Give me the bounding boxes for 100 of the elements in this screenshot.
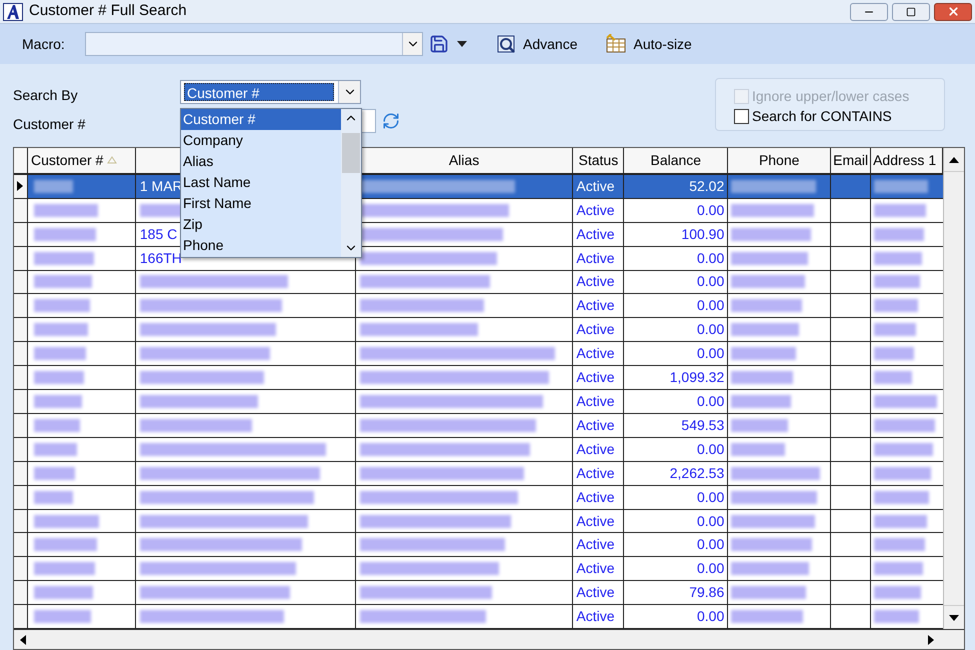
row-header[interactable] (14, 414, 28, 437)
row-header[interactable] (14, 510, 28, 532)
horizontal-scrollbar[interactable] (14, 629, 964, 649)
table-row[interactable]: Active 2,262.53 (14, 462, 943, 486)
row-header[interactable] (14, 174, 28, 198)
row-header[interactable] (14, 198, 28, 222)
row-header[interactable] (14, 246, 28, 270)
blurred-text (34, 252, 94, 265)
table-cell-text: Active (576, 368, 615, 388)
toolbar-button[interactable]: Advance (495, 30, 580, 58)
macro-field[interactable] (85, 32, 423, 56)
table-row[interactable]: Active 79.86 (14, 581, 943, 606)
close-button[interactable] (934, 2, 972, 20)
window-title: Customer # Full Search (29, 1, 187, 22)
blurred-text (34, 228, 96, 241)
maximize-button[interactable] (892, 2, 930, 20)
blurred-text (34, 562, 95, 576)
row-header[interactable] (14, 462, 28, 485)
row-header[interactable] (14, 318, 28, 342)
sort-arrow-icon (107, 156, 118, 164)
table-cell-text: 0.00 (697, 535, 724, 554)
magnifier-icon (497, 34, 517, 54)
scroll-down-arrow-icon[interactable] (949, 614, 959, 620)
row-header[interactable] (14, 557, 28, 580)
row-header[interactable] (14, 581, 28, 604)
dropdown-item[interactable]: Last Name (181, 172, 341, 193)
table-row[interactable]: Active 0.00 (14, 438, 943, 462)
blurred-text (874, 275, 920, 288)
row-header[interactable] (14, 605, 28, 628)
table-row[interactable]: Active 0.00 (14, 486, 943, 510)
scroll-left-arrow-icon[interactable] (20, 634, 26, 644)
table-cell-text: 0.00 (697, 512, 724, 531)
row-header[interactable] (14, 366, 28, 390)
scroll-thumb[interactable] (342, 133, 360, 173)
blurred-text (874, 299, 918, 312)
checkbox[interactable] (734, 108, 749, 124)
row-header[interactable] (14, 486, 28, 509)
column-header[interactable]: Address 1 (871, 148, 943, 173)
table-cell-text: 1,099.32 (670, 368, 724, 388)
table-cell-text: 100.90 (681, 224, 724, 244)
table-row[interactable]: Active 0.00 (14, 557, 943, 582)
table-cell-text: 0.00 (697, 296, 724, 316)
caret-icon[interactable] (457, 41, 467, 47)
scroll-up-arrow-icon[interactable] (949, 156, 959, 162)
table-cell-text: Active (576, 392, 615, 411)
blurred-text (34, 490, 73, 504)
table-cell-text: Active (576, 320, 615, 340)
row-header[interactable] (14, 222, 28, 246)
table-row[interactable]: Active 0.00 (14, 318, 943, 342)
table-cell-text: 0.00 (697, 200, 724, 220)
table-cell-text: 166TH (140, 248, 182, 268)
scroll-right-arrow-icon[interactable] (928, 634, 934, 644)
dropdown-item[interactable]: Alias (181, 151, 341, 172)
table-row[interactable]: Active 0.00 (14, 533, 943, 558)
table-row[interactable]: Active 549.53 (14, 414, 943, 438)
table-row[interactable]: Active 0.00 (14, 294, 943, 318)
search-by-dropdown[interactable]: Customer # (180, 80, 361, 104)
toolbar-button[interactable]: Auto-size (603, 30, 694, 58)
blurred-text (874, 252, 922, 265)
list-scrollbar[interactable] (341, 109, 361, 257)
table-row[interactable]: Active 1,099.32 (14, 366, 943, 390)
table-cell-text: Active (576, 272, 615, 292)
blurred-text (34, 299, 90, 312)
table-cell-text: Active (576, 344, 615, 364)
blurred-text (874, 514, 928, 528)
vertical-scrollbar[interactable] (943, 148, 964, 629)
blurred-text (874, 418, 936, 432)
blurred-text (731, 418, 788, 432)
table-cell-text: Active (576, 488, 615, 507)
blurred-text (34, 514, 99, 528)
table-cell-text: 0.00 (697, 344, 724, 364)
row-header[interactable] (14, 390, 28, 413)
blurred-text (874, 538, 926, 552)
row-header[interactable] (14, 533, 28, 556)
row-header[interactable] (14, 270, 28, 294)
row-header[interactable] (14, 438, 28, 461)
blurred-text (34, 466, 75, 480)
blurred-text (34, 204, 98, 217)
table-row[interactable]: Active 0.00 (14, 605, 943, 630)
table-cell-text: 0.00 (697, 559, 724, 578)
row-header[interactable] (14, 342, 28, 366)
dropdown-item[interactable]: Customer # (181, 109, 341, 130)
table-row[interactable]: Active 0.00 (14, 342, 943, 366)
checkbox-label: Search for CONTAINS (752, 106, 892, 126)
blurred-text (874, 228, 924, 241)
row-header[interactable] (14, 294, 28, 318)
blurred-text (874, 466, 932, 480)
dropdown-item[interactable]: Company (181, 130, 341, 151)
table-row[interactable]: Active 0.00 (14, 270, 943, 294)
table-row[interactable]: Active 0.00 (14, 510, 943, 534)
table-cell-text: Active (576, 583, 615, 602)
blurred-text (874, 180, 928, 193)
blurred-text (34, 371, 84, 384)
macro-label: Macro: (22, 34, 66, 54)
table-row[interactable]: Active 0.00 (14, 390, 943, 414)
table-cell-text: 0.00 (697, 320, 724, 340)
save-icon[interactable] (429, 34, 449, 54)
refresh-icon[interactable] (382, 112, 400, 130)
table-cell-text: Active (576, 559, 615, 578)
column-header[interactable]: Email (831, 148, 872, 173)
